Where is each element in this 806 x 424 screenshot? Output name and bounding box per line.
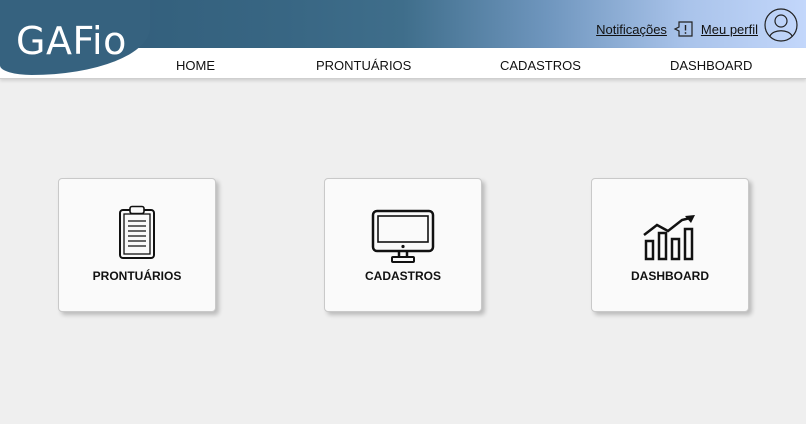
card-cadastros[interactable]: CADASTROS (324, 178, 482, 312)
notification-bell-icon[interactable] (673, 20, 695, 38)
card-label: DASHBOARD (631, 269, 709, 283)
nav-cadastros[interactable]: CADASTROS (500, 58, 581, 73)
nav-prontuarios[interactable]: PRONTUÁRIOS (316, 58, 411, 73)
nav-home[interactable]: HOME (176, 58, 215, 73)
user-avatar-icon[interactable] (764, 8, 798, 42)
monitor-icon (371, 209, 435, 270)
card-label: CADASTROS (364, 269, 441, 283)
app-logo[interactable]: GAFio (16, 22, 127, 60)
profile-link[interactable]: Meu perfil (701, 22, 758, 37)
nav-dashboard[interactable]: DASHBOARD (670, 58, 752, 73)
header-links: Notificações Meu perfil (596, 20, 758, 38)
notifications-link[interactable]: Notificações (596, 22, 667, 37)
card-prontuarios[interactable]: PRONTUÁRIOS (58, 178, 216, 312)
card-dashboard[interactable]: DASHBOARD (591, 178, 749, 312)
clipboard-icon (117, 205, 157, 266)
chart-icon (641, 213, 699, 266)
card-label: PRONTUÁRIOS (92, 269, 182, 283)
